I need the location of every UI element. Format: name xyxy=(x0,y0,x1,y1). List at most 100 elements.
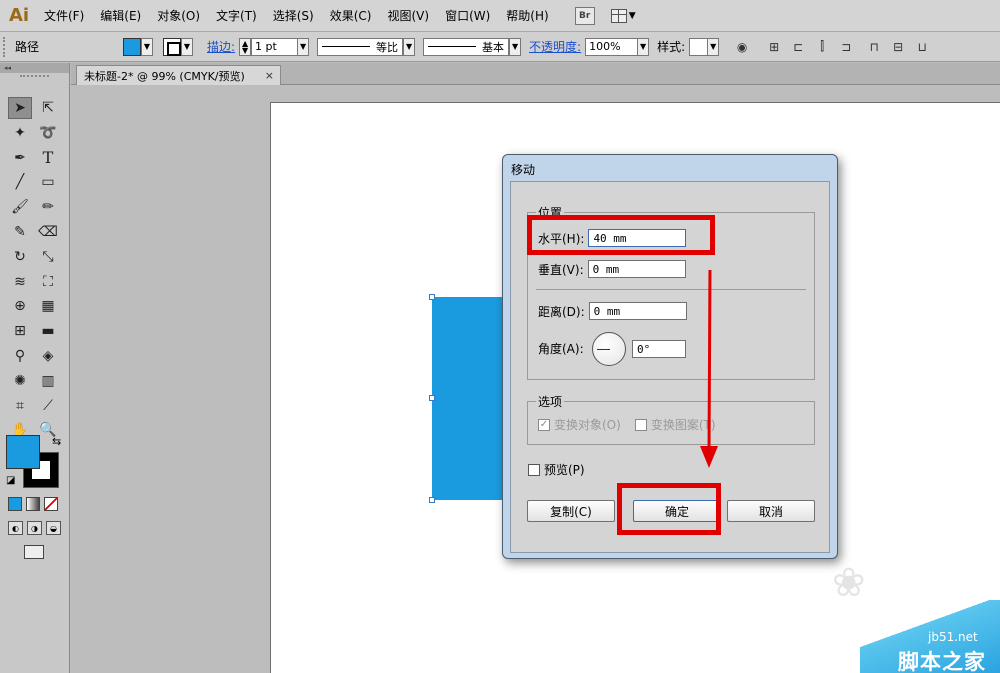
draw-inside-icon[interactable]: ◒ xyxy=(46,521,61,535)
graphic-style-dropdown[interactable]: ▼ xyxy=(707,37,720,56)
transform-patterns-checkbox[interactable]: 变换图案(T) xyxy=(634,416,716,433)
selection-tool-icon[interactable]: ➤ xyxy=(8,97,32,119)
eraser-tool-icon[interactable]: ⌫ xyxy=(36,221,60,243)
align-horizontal-center-icon[interactable]: ⫿ xyxy=(813,38,831,56)
menu-file[interactable]: 文件(F) xyxy=(36,0,92,32)
close-tab-icon[interactable]: × xyxy=(265,69,274,82)
opacity-panel-link[interactable]: 不透明度: xyxy=(529,38,581,55)
bridge-button[interactable]: Br xyxy=(574,6,595,25)
magic-wand-tool-icon[interactable]: ✦ xyxy=(8,122,32,144)
angle-dial[interactable] xyxy=(592,332,626,366)
document-tab[interactable]: 未标题-2* @ 99% (CMYK/预览) × xyxy=(76,65,281,85)
panel-grip[interactable] xyxy=(3,36,9,57)
control-bar: 路径 ▼ ▼ 描边: ▲ ▼ 1 pt ▼ 等比 ▼ 基本 ▼ 不透明度: 100… xyxy=(0,32,1000,62)
blob-brush-tool-icon[interactable]: ✎ xyxy=(8,221,32,243)
column-graph-tool-icon[interactable]: ▥ xyxy=(36,370,60,392)
tools-panel-grip[interactable] xyxy=(20,75,49,83)
copy-button[interactable]: 复制(C) xyxy=(527,500,615,522)
perspective-grid-tool-icon[interactable]: ▦ xyxy=(36,295,60,317)
menu-edit[interactable]: 编辑(E) xyxy=(92,0,149,32)
preview-checkbox[interactable]: 预览(P) xyxy=(528,461,585,478)
fill-color-box[interactable] xyxy=(6,435,40,469)
graphic-style-swatch[interactable] xyxy=(689,37,708,56)
shape-builder-tool-icon[interactable]: ⊕ xyxy=(8,295,32,317)
vertical-input[interactable]: 0 mm xyxy=(587,260,686,278)
blend-tool-icon[interactable]: ◈ xyxy=(36,345,60,367)
rotate-tool-icon[interactable]: ↻ xyxy=(8,246,32,268)
menu-help[interactable]: 帮助(H) xyxy=(498,0,556,32)
align-vertical-center-icon[interactable]: ⊟ xyxy=(889,38,907,56)
angle-row: 角度(A): xyxy=(538,340,584,357)
profile-dropdown[interactable]: ▼ xyxy=(403,37,416,56)
stroke-weight-input[interactable]: 1 pt xyxy=(251,37,298,56)
tools-panel: ◂◂ ➤ ⇱ ✦ ➰ ✒ T ╱ ▭ 🖌 ✏ ✎ ⌫ ↻ ⤡ ≋ ⛶ ⊕ ▦ ⊞… xyxy=(0,63,70,673)
symbol-sprayer-tool-icon[interactable]: ✺ xyxy=(8,370,32,392)
fill-dropdown-arrow[interactable]: ▼ xyxy=(141,37,153,56)
style-label: 样式: xyxy=(657,40,686,54)
cancel-button[interactable]: 取消 xyxy=(727,500,815,522)
opacity-input[interactable]: 100% xyxy=(585,37,638,56)
angle-input[interactable]: 0° xyxy=(632,340,686,358)
brush-dropdown[interactable]: ▼ xyxy=(509,37,522,56)
stroke-panel-link[interactable]: 描边: xyxy=(207,38,235,55)
lasso-tool-icon[interactable]: ➰ xyxy=(36,122,60,144)
type-tool-icon[interactable]: T xyxy=(36,147,60,169)
color-mode-icon[interactable] xyxy=(8,497,22,511)
menu-window[interactable]: 窗口(W) xyxy=(437,0,498,32)
direct-selection-tool-icon[interactable]: ⇱ xyxy=(36,97,60,119)
transform-patterns-label: 变换图案(T) xyxy=(650,418,716,432)
align-left-icon[interactable]: ⊏ xyxy=(789,38,807,56)
vertical-row: 垂直(V): 0 mm xyxy=(538,260,686,278)
selection-handle-top-left[interactable] xyxy=(429,294,435,300)
menu-object[interactable]: 对象(O) xyxy=(149,0,208,32)
stroke-dropdown-arrow[interactable]: ▼ xyxy=(181,37,193,56)
menu-effect[interactable]: 效果(C) xyxy=(322,0,380,32)
distance-input[interactable]: 0 mm xyxy=(588,302,687,320)
menu-type[interactable]: 文字(T) xyxy=(208,0,265,32)
artboard-tool-icon[interactable]: ⌗ xyxy=(8,395,32,417)
align-right-icon[interactable]: ⊐ xyxy=(837,38,855,56)
fill-color-swatch[interactable] xyxy=(123,37,141,56)
gradient-tool-icon[interactable]: ▬ xyxy=(36,320,60,342)
opacity-dropdown[interactable]: ▼ xyxy=(637,37,650,56)
selection-handle-middle-left[interactable] xyxy=(429,395,435,401)
scale-tool-icon[interactable]: ⤡ xyxy=(36,246,60,268)
free-transform-tool-icon[interactable]: ⛶ xyxy=(36,271,60,293)
tools-panel-collapse[interactable]: ◂◂ xyxy=(0,63,69,73)
brush-line-preview xyxy=(428,46,477,47)
draw-behind-icon[interactable]: ◑ xyxy=(27,521,42,535)
pen-tool-icon[interactable]: ✒ xyxy=(8,147,32,169)
variable-width-profile[interactable]: 等比 xyxy=(317,37,404,56)
recolor-artwork-icon[interactable]: ◉ xyxy=(733,38,751,56)
paintbrush-tool-icon[interactable]: 🖌 xyxy=(8,196,32,218)
stroke-color-swatch[interactable] xyxy=(163,37,181,56)
default-fill-stroke-icon[interactable]: ◪ xyxy=(6,475,15,486)
draw-normal-icon[interactable]: ◐ xyxy=(8,521,23,535)
menu-view[interactable]: 视图(V) xyxy=(379,0,437,32)
gradient-mode-icon[interactable] xyxy=(26,497,40,511)
tool-grid: ➤ ⇱ ✦ ➰ ✒ T ╱ ▭ 🖌 ✏ ✎ ⌫ ↻ ⤡ ≋ ⛶ ⊕ ▦ ⊞ ▬ … xyxy=(0,97,69,444)
transform-objects-checkbox[interactable]: ✓ 变换对象(O) xyxy=(538,416,621,433)
none-mode-icon[interactable] xyxy=(44,497,58,511)
screen-mode-icon[interactable] xyxy=(24,545,44,559)
swap-fill-stroke-icon[interactable]: ⇆ xyxy=(52,435,61,448)
align-bottom-icon[interactable]: ⊔ xyxy=(913,38,931,56)
rectangle-tool-icon[interactable]: ▭ xyxy=(36,171,60,193)
selection-handle-bottom-left[interactable] xyxy=(429,497,435,503)
arrange-documents-button[interactable]: ▼ xyxy=(610,8,636,23)
transform-objects-label: 变换对象(O) xyxy=(554,418,621,432)
align-top-icon[interactable]: ⊓ xyxy=(865,38,883,56)
pencil-tool-icon[interactable]: ✏ xyxy=(36,196,60,218)
preview-label: 预览(P) xyxy=(544,463,585,477)
stroke-weight-stepper[interactable]: ▲ ▼ xyxy=(239,37,252,56)
line-segment-tool-icon[interactable]: ╱ xyxy=(8,171,32,193)
stroke-weight-dropdown[interactable]: ▼ xyxy=(297,37,310,56)
menu-select[interactable]: 选择(S) xyxy=(265,0,322,32)
selected-rectangle[interactable] xyxy=(432,297,504,500)
align-to-selection-icon[interactable]: ⊞ xyxy=(765,38,783,56)
eyedropper-tool-icon[interactable]: ⚲ xyxy=(8,345,32,367)
width-tool-icon[interactable]: ≋ xyxy=(8,271,32,293)
mesh-tool-icon[interactable]: ⊞ xyxy=(8,320,32,342)
brush-definition[interactable]: 基本 xyxy=(423,37,510,56)
slice-tool-icon[interactable]: ⟋ xyxy=(36,395,60,417)
